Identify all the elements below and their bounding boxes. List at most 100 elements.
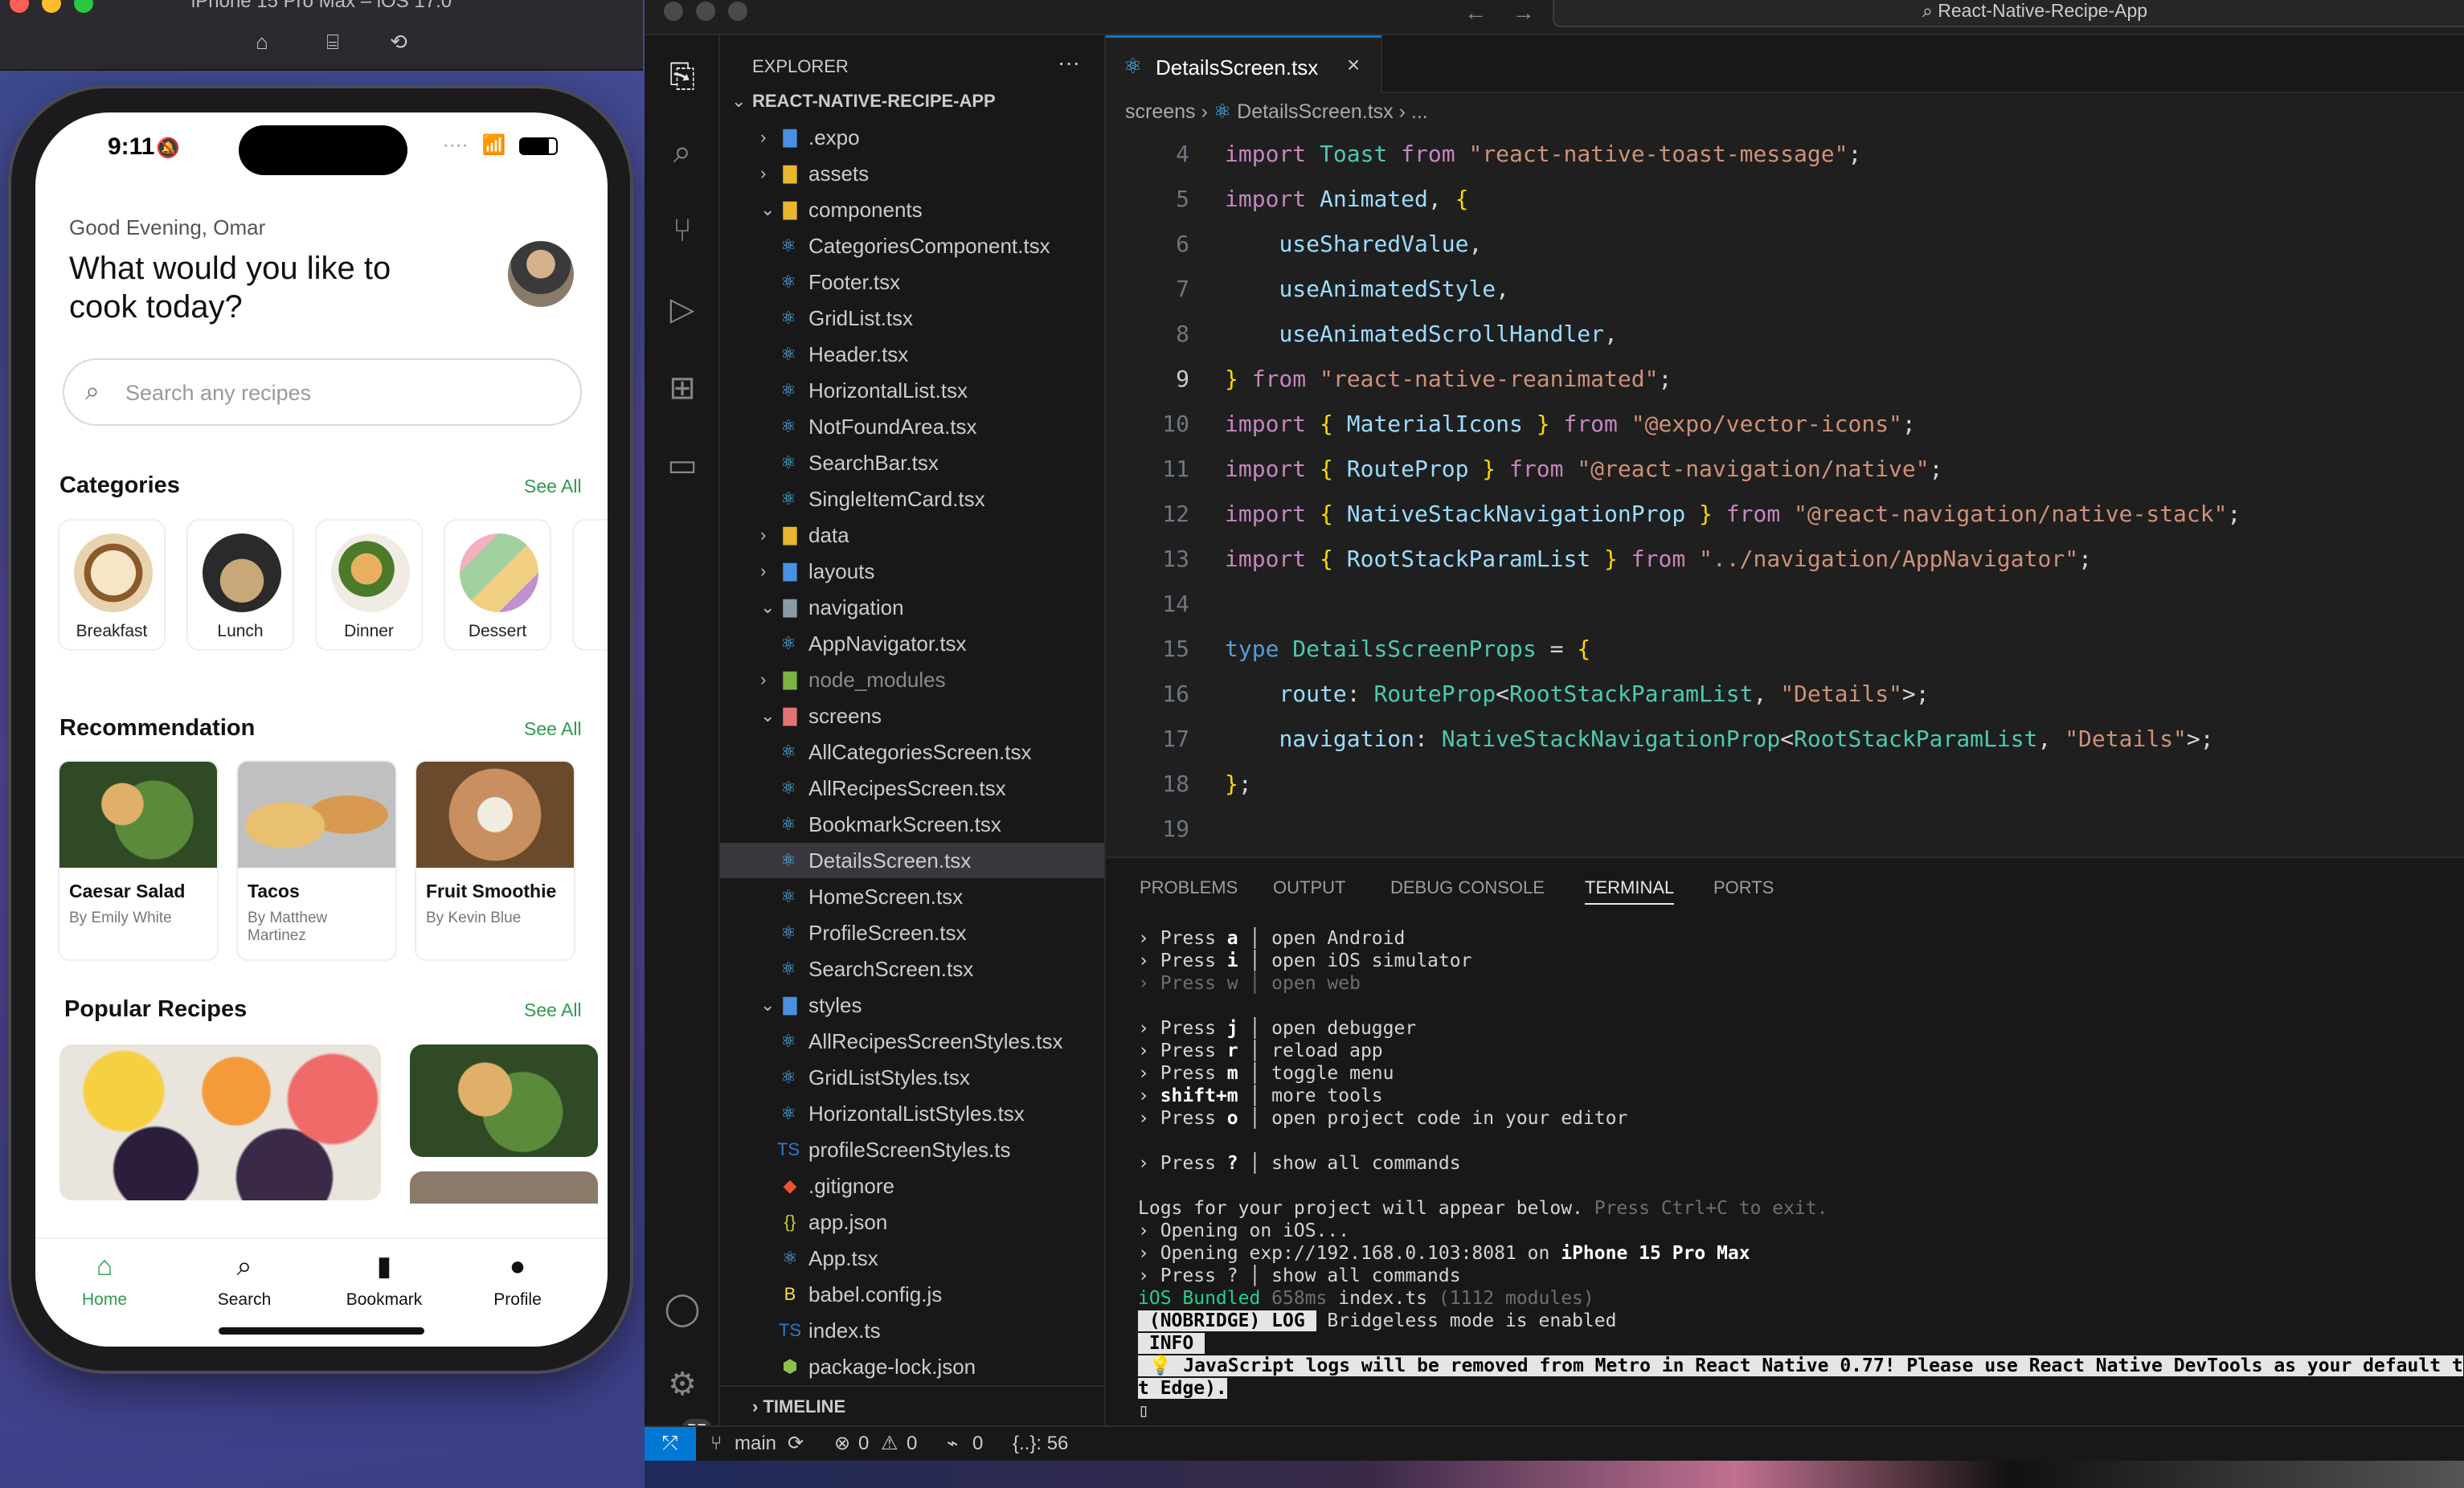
popular-see-all[interactable]: See All xyxy=(524,999,582,1021)
breadcrumb-item[interactable]: ... xyxy=(1411,100,1428,123)
forward-arrow-icon[interactable]: → xyxy=(1512,0,1535,25)
home-indicator[interactable] xyxy=(219,1327,424,1335)
file-homescreen-tsx[interactable]: ⚛ HomeScreen.tsx xyxy=(720,879,1104,914)
remote-indicator-icon[interactable]: ⤱ xyxy=(645,1427,696,1461)
file-babel-config-js[interactable]: Bbabel.config.js xyxy=(720,1277,1104,1312)
recipe-card[interactable]: Caesar Salad By Emily White xyxy=(58,760,219,961)
close-window-button[interactable] xyxy=(664,2,683,21)
category-card[interactable]: Dessert xyxy=(444,519,551,651)
tab-ports[interactable]: PORTS xyxy=(1713,877,1774,898)
back-arrow-icon[interactable]: ← xyxy=(1464,0,1487,25)
explorer-icon[interactable]: ⎘ xyxy=(662,56,702,96)
file-allcategoriesscreen-tsx[interactable]: ⚛ AllCategoriesScreen.tsx xyxy=(720,734,1104,770)
ports-count[interactable]: 0 xyxy=(972,1427,983,1461)
code-area[interactable]: 4 import Toast from "react-native-toast-m… xyxy=(1106,132,2464,852)
run-debug-icon[interactable]: ▷ xyxy=(662,289,702,329)
tab-problems[interactable]: PROBLEMS xyxy=(1140,877,1238,898)
file-horizontallist-tsx[interactable]: ⚛ HorizontalList.tsx xyxy=(720,373,1104,408)
file-app-tsx[interactable]: ⚛ App.tsx xyxy=(720,1241,1104,1276)
file-detailsscreen-tsx[interactable]: ⚛ DetailsScreen.tsx xyxy=(720,843,1104,878)
error-count[interactable]: 0 xyxy=(858,1427,869,1461)
folder-screens[interactable]: ⌄ ▇ screens xyxy=(720,698,1104,734)
file-gridliststyles-tsx[interactable]: ⚛ GridListStyles.tsx xyxy=(720,1060,1104,1095)
file-package-lock-json[interactable]: ⬢ package-lock.json xyxy=(720,1349,1104,1384)
folder-layouts[interactable]: › ▇ layouts xyxy=(720,554,1104,589)
tab-profile[interactable]: ● Profile xyxy=(461,1250,574,1313)
folder-components[interactable]: ⌄ ▇ components xyxy=(720,192,1104,227)
search-icon[interactable]: ⌕ xyxy=(662,132,702,172)
source-control-icon[interactable]: ⑂ xyxy=(662,211,702,251)
folder-styles[interactable]: ⌄ ▇ styles xyxy=(720,987,1104,1023)
remote-explorer-icon[interactable]: ▭ xyxy=(662,445,702,485)
file-profilescreenstyles-ts[interactable]: TS profileScreenStyles.ts xyxy=(720,1132,1104,1167)
close-window-button[interactable] xyxy=(10,0,29,13)
recipe-image xyxy=(416,762,574,868)
extensions-icon[interactable]: ⊞ xyxy=(662,368,702,408)
screenshot-icon[interactable]: ⌸ xyxy=(318,27,347,56)
account-icon[interactable]: ◯ xyxy=(662,1289,702,1329)
recipe-card[interactable]: Tacos By Matthew Martinez xyxy=(236,760,397,961)
bracket-count[interactable]: {..}: 56 xyxy=(1013,1427,1068,1461)
file-categoriescomponent-tsx[interactable]: ⚛ CategoriesComponent.tsx xyxy=(720,228,1104,264)
zoom-window-button[interactable] xyxy=(74,0,93,13)
folder-react-native-recipe-app[interactable]: ⌄ REACT-NATIVE-RECIPE-APP xyxy=(720,84,1104,119)
minimize-window-button[interactable] xyxy=(696,2,715,21)
tab-search[interactable]: ⌕ Search xyxy=(188,1250,301,1313)
popular-recipe-image[interactable] xyxy=(59,1044,381,1200)
timeline-section[interactable]: › TIMELINE xyxy=(720,1385,1104,1425)
categories-see-all[interactable]: See All xyxy=(524,476,582,497)
rotate-icon[interactable]: ⟲ xyxy=(384,27,413,56)
search-input[interactable]: ⌕ Search any recipes xyxy=(63,358,582,426)
file-searchscreen-tsx[interactable]: ⚛ SearchScreen.tsx xyxy=(720,951,1104,987)
tab-home[interactable]: ⌂ Home xyxy=(48,1250,161,1313)
minimize-window-button[interactable] xyxy=(42,0,61,13)
folder-node-modules[interactable]: › ▇ node_modules xyxy=(720,662,1104,697)
file-allrecipesscreenstyles-tsx[interactable]: ⚛ AllRecipesScreenStyles.tsx xyxy=(720,1024,1104,1059)
file-footer-tsx[interactable]: ⚛ Footer.tsx xyxy=(720,264,1104,300)
recommendation-see-all[interactable]: See All xyxy=(524,718,582,740)
file-notfoundarea-tsx[interactable]: ⚛ NotFoundArea.tsx xyxy=(720,409,1104,444)
branch-name[interactable]: main xyxy=(735,1427,776,1461)
more-actions-icon[interactable]: ··· xyxy=(1058,50,1080,76)
file-allrecipesscreen-tsx[interactable]: ⚛ AllRecipesScreen.tsx xyxy=(720,771,1104,806)
file-header-tsx[interactable]: ⚛ Header.tsx xyxy=(720,337,1104,372)
popular-recipe-image[interactable] xyxy=(410,1044,598,1157)
zoom-window-button[interactable] xyxy=(728,2,747,21)
category-card[interactable] xyxy=(572,519,608,651)
file-bookmarkscreen-tsx[interactable]: ⚛ BookmarkScreen.tsx xyxy=(720,807,1104,842)
tab-bookmark[interactable]: ▮ Bookmark xyxy=(328,1250,440,1313)
breadcrumb-item[interactable]: screens xyxy=(1125,100,1196,123)
file-index-ts[interactable]: TS index.ts xyxy=(720,1313,1104,1348)
folder-expo[interactable]: › ▇ .expo xyxy=(720,120,1104,155)
home-icon[interactable]: ⌂ xyxy=(248,27,276,56)
command-center[interactable]: ⌕ React-Native-Recipe-App xyxy=(1553,0,2464,27)
file-searchbar-tsx[interactable]: ⚛ SearchBar.tsx xyxy=(720,445,1104,480)
tab-debug-console[interactable]: DEBUG CONSOLE xyxy=(1390,877,1545,898)
tab-output[interactable]: OUTPUT xyxy=(1273,877,1345,898)
breadcrumb-item[interactable]: DetailsScreen.tsx xyxy=(1237,100,1394,123)
gear-icon[interactable]: ⚙ xyxy=(662,1364,702,1404)
category-card[interactable]: Breakfast xyxy=(58,519,166,651)
category-image xyxy=(460,533,538,612)
category-card[interactable]: Dinner xyxy=(315,519,423,651)
terminal-output[interactable]: › Press a │ open Android › Press i │ open… xyxy=(1138,927,2464,1422)
tab-details-screen[interactable]: ⚛ DetailsScreen.tsx × xyxy=(1106,35,1382,93)
file-profilescreen-tsx[interactable]: ⚛ ProfileScreen.tsx xyxy=(720,915,1104,950)
file-appnavigator-tsx[interactable]: ⚛ AppNavigator.tsx xyxy=(720,626,1104,661)
recipe-card[interactable]: Fruit Smoothie By Kevin Blue xyxy=(415,760,575,961)
warning-count[interactable]: 0 xyxy=(907,1427,917,1461)
folder-data[interactable]: › ▇ data xyxy=(720,517,1104,553)
file-gridlist-tsx[interactable]: ⚛ GridList.tsx xyxy=(720,300,1104,336)
file-horizontalliststyles-tsx[interactable]: ⚛ HorizontalListStyles.tsx xyxy=(720,1096,1104,1131)
file-app-json[interactable]: {} app.json xyxy=(720,1204,1104,1240)
folder-navigation[interactable]: ⌄ ▇ navigation xyxy=(720,590,1104,625)
avatar[interactable] xyxy=(508,241,574,307)
tab-terminal[interactable]: TERMINAL xyxy=(1585,877,1675,905)
file-singleitemcard-tsx[interactable]: ⚛ SingleItemCard.tsx xyxy=(720,481,1104,517)
sync-icon[interactable]: ⟳ xyxy=(788,1427,804,1461)
file-gitignore[interactable]: ◆ .gitignore xyxy=(720,1168,1104,1204)
category-card[interactable]: Lunch xyxy=(186,519,294,651)
folder-assets[interactable]: › ▇ assets xyxy=(720,156,1104,191)
popular-recipe-image[interactable] xyxy=(410,1171,598,1204)
close-icon[interactable]: × xyxy=(1347,52,1360,78)
